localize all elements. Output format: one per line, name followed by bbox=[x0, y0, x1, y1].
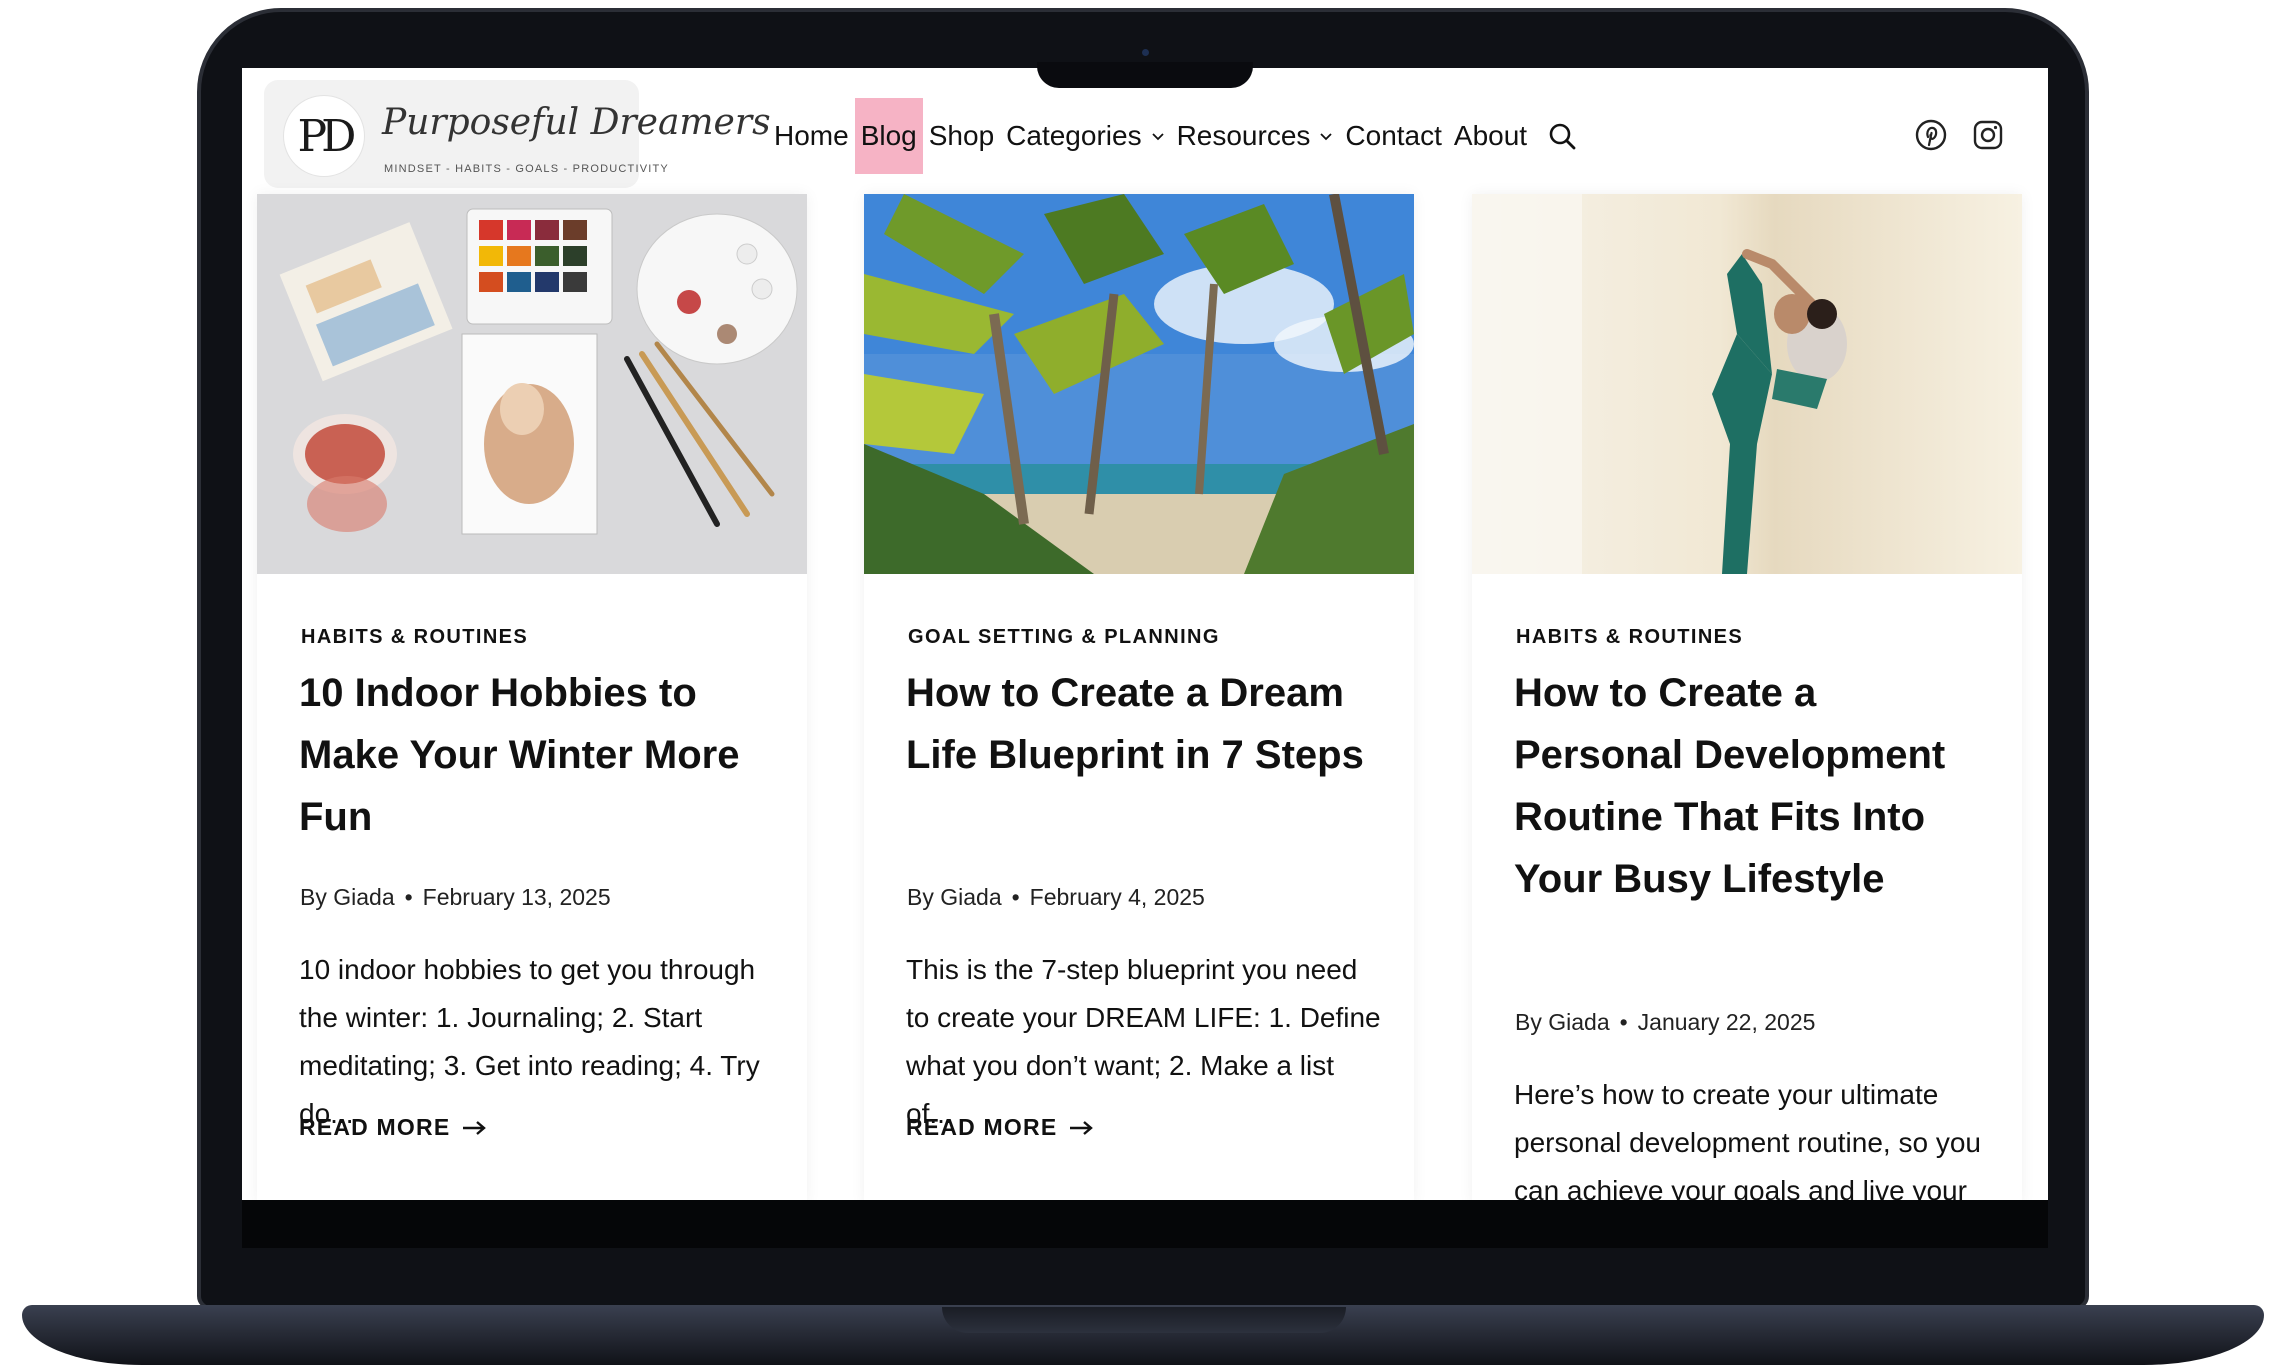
site-logo[interactable]: PD Purposeful Dreamers MINDSET - HABITS … bbox=[264, 80, 771, 188]
post-meta: By Giada • February 4, 2025 bbox=[907, 884, 1205, 911]
read-more-label: READ MORE bbox=[299, 1114, 451, 1140]
browser-screen: PD Purposeful Dreamers MINDSET - HABITS … bbox=[242, 68, 2048, 1200]
post-date: February 4, 2025 bbox=[1029, 884, 1205, 910]
nav-item-label: Shop bbox=[928, 120, 995, 151]
watercolor-paint-set-photo bbox=[257, 194, 807, 574]
main-navigation: Home Blog Shop Categories Resources Cont… bbox=[768, 98, 1577, 174]
webcam-dot bbox=[1142, 49, 1149, 56]
meta-separator-icon: • bbox=[1011, 884, 1020, 910]
nav-item-home[interactable]: Home bbox=[768, 98, 855, 174]
post-author[interactable]: By Giada bbox=[907, 884, 1002, 910]
logo-script-name: Purposeful Dreamers bbox=[382, 102, 771, 143]
post-card: HABITS & ROUTINES How to Create a Person… bbox=[1472, 194, 2022, 1200]
nav-item-label: Resources bbox=[1176, 120, 1311, 151]
logo-monogram: PD bbox=[284, 96, 364, 176]
post-category[interactable]: HABITS & ROUTINES bbox=[1516, 626, 1743, 649]
nav-item-resources[interactable]: Resources bbox=[1171, 98, 1340, 174]
post-excerpt: This is the 7-step blueprint you need to… bbox=[906, 954, 1381, 1129]
post-image-palms[interactable] bbox=[864, 194, 1414, 574]
post-meta: By Giada • January 22, 2025 bbox=[1515, 1009, 1815, 1036]
arrow-right-icon bbox=[1070, 1120, 1094, 1135]
post-card: HABITS & ROUTINES 10 Indoor Hobbies to M… bbox=[257, 194, 807, 1200]
post-category[interactable]: GOAL SETTING & PLANNING bbox=[908, 626, 1220, 649]
post-image-watercolor[interactable] bbox=[257, 194, 807, 574]
pinterest-icon[interactable] bbox=[1914, 118, 1948, 152]
nav-item-blog[interactable]: Blog bbox=[854, 98, 923, 174]
nav-item-contact[interactable]: Contact bbox=[1339, 98, 1448, 174]
yoga-dancer-pose-photo bbox=[1472, 194, 2022, 574]
post-image-yoga[interactable] bbox=[1472, 194, 2022, 574]
laptop-notch bbox=[1037, 62, 1253, 88]
meta-separator-icon: • bbox=[404, 884, 413, 910]
read-more-link[interactable]: READ MORE bbox=[299, 1114, 487, 1141]
post-meta: By Giada • February 13, 2025 bbox=[300, 884, 611, 911]
chevron-down-icon bbox=[1320, 133, 1333, 141]
post-title[interactable]: 10 Indoor Hobbies to Make Your Winter Mo… bbox=[299, 662, 779, 848]
post-author[interactable]: By Giada bbox=[1515, 1009, 1610, 1035]
read-more-label: READ MORE bbox=[906, 1114, 1058, 1140]
laptop-base-groove bbox=[942, 1307, 1346, 1333]
tropical-palm-beach-photo bbox=[864, 194, 1414, 574]
post-excerpt: Here’s how to create your ultimate perso… bbox=[1514, 1079, 1981, 1200]
nav-item-label: Blog bbox=[860, 120, 917, 151]
post-card: GOAL SETTING & PLANNING How to Create a … bbox=[864, 194, 1414, 1200]
nav-item-about[interactable]: About bbox=[1448, 98, 1533, 174]
read-more-link[interactable]: READ MORE bbox=[906, 1114, 1094, 1141]
nav-item-label: Home bbox=[774, 120, 849, 151]
screen-bezel-bottom bbox=[242, 1200, 2048, 1248]
nav-item-label: About bbox=[1453, 120, 1528, 151]
post-excerpt: 10 indoor hobbies to get you through the… bbox=[299, 954, 760, 1129]
post-title[interactable]: How to Create a Dream Life Blueprint in … bbox=[906, 662, 1386, 786]
post-date: February 13, 2025 bbox=[422, 884, 611, 910]
nav-item-label: Contact bbox=[1345, 120, 1442, 151]
nav-item-shop[interactable]: Shop bbox=[923, 98, 1000, 174]
arrow-right-icon bbox=[463, 1120, 487, 1135]
post-category[interactable]: HABITS & ROUTINES bbox=[301, 626, 528, 649]
instagram-icon[interactable] bbox=[1971, 118, 2005, 152]
post-date: January 22, 2025 bbox=[1637, 1009, 1816, 1035]
nav-item-label: Categories bbox=[1006, 120, 1142, 151]
post-title[interactable]: How to Create a Personal Development Rou… bbox=[1514, 662, 1994, 910]
nav-item-categories[interactable]: Categories bbox=[1000, 98, 1170, 174]
logo-tagline: MINDSET - HABITS - GOALS - PRODUCTIVITY bbox=[384, 163, 669, 175]
chevron-down-icon bbox=[1151, 133, 1164, 141]
search-icon[interactable] bbox=[1547, 121, 1577, 151]
meta-separator-icon: • bbox=[1619, 1009, 1628, 1035]
post-author[interactable]: By Giada bbox=[300, 884, 395, 910]
